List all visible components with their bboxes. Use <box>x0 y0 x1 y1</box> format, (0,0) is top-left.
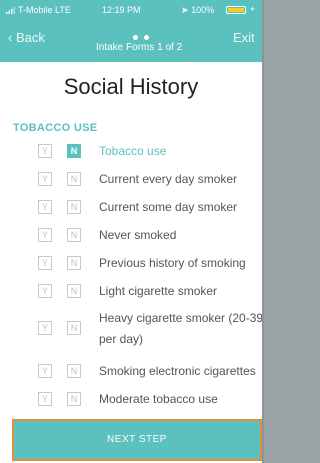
battery-percent: 100% <box>191 5 215 15</box>
charging-icon: + <box>250 4 256 14</box>
phone-screen: T-Mobile LTE 12:19 PM ➤ 100% + ‹ Back In… <box>0 0 262 463</box>
yes-toggle[interactable]: Y <box>38 228 52 242</box>
option-label: Previous history of smoking <box>99 256 246 270</box>
no-toggle[interactable]: N <box>67 228 81 242</box>
next-step-button[interactable]: NEXT STEP <box>12 419 262 461</box>
option-label: Moderate tobacco use <box>99 392 218 406</box>
yes-toggle[interactable]: Y <box>38 144 52 158</box>
option-label: Heavy cigarette smoker (20-39 per day) <box>99 311 262 346</box>
yes-toggle[interactable]: Y <box>38 321 52 335</box>
option-label: Current some day smoker <box>99 200 238 214</box>
page-dot <box>144 35 149 40</box>
no-toggle[interactable]: N <box>67 284 81 298</box>
yes-toggle[interactable]: Y <box>38 392 52 406</box>
yes-toggle[interactable]: Y <box>38 256 52 270</box>
option-label: Current every day smoker <box>99 172 238 186</box>
no-toggle[interactable]: N <box>67 321 81 335</box>
option-label: Smoking electronic cigarettes <box>99 364 256 378</box>
option-label: Tobacco use <box>99 144 167 158</box>
status-right: ➤ 100% <box>181 5 214 16</box>
yes-toggle[interactable]: Y <box>38 200 52 214</box>
no-toggle[interactable]: N <box>67 364 81 378</box>
nav-title: Intake Forms 1 of 2 <box>96 42 183 53</box>
back-label: Back <box>15 30 45 45</box>
back-button[interactable]: ‹ Back <box>8 30 45 45</box>
no-toggle[interactable]: N <box>67 256 81 270</box>
yes-toggle[interactable]: Y <box>38 172 52 186</box>
no-toggle[interactable]: N <box>67 144 81 158</box>
no-toggle[interactable]: N <box>67 200 81 214</box>
yes-toggle[interactable]: Y <box>38 284 52 298</box>
option-label: Light cigarette smoker <box>99 284 218 298</box>
no-toggle[interactable]: N <box>67 172 81 186</box>
section-label: TOBACCO USE <box>13 122 98 134</box>
chevron-left-icon: ‹ <box>8 30 13 45</box>
page-title: Social History <box>63 74 199 99</box>
header-bar: T-Mobile LTE 12:19 PM ➤ 100% + ‹ Back In… <box>0 0 262 62</box>
exit-button[interactable]: Exit <box>233 30 255 45</box>
signal-icon <box>6 6 16 16</box>
network-type: LTE <box>55 5 71 15</box>
yes-toggle[interactable]: Y <box>38 364 52 378</box>
carrier-name: T-Mobile <box>18 5 53 15</box>
page-dot <box>133 35 138 40</box>
option-label: Never smoked <box>99 228 177 242</box>
carrier-info: T-Mobile LTE <box>6 5 71 16</box>
status-time: 12:19 PM <box>102 5 141 15</box>
no-toggle[interactable]: N <box>67 392 81 406</box>
device-edge <box>262 0 264 463</box>
status-bar: T-Mobile LTE 12:19 PM ➤ 100% + <box>0 0 262 20</box>
location-icon: ➤ <box>181 5 189 15</box>
battery-icon <box>226 6 246 14</box>
